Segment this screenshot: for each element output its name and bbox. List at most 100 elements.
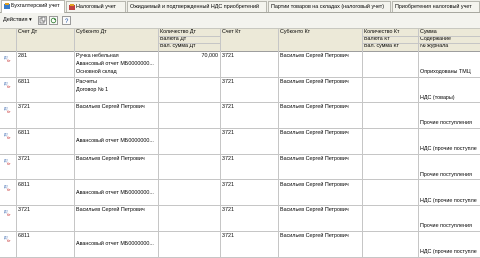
entry-dt-kt-icon: Дт Кт — [4, 209, 12, 218]
cell-schet-dt: 3721 — [18, 207, 30, 214]
accounting-icon — [4, 2, 10, 9]
cell-kol-dt — [158, 103, 220, 111]
header-kol-kt[interactable]: Количество Кт — [362, 29, 418, 36]
tab-bar: Бухгалтерский учет Налоговый учет Ожидае… — [0, 0, 480, 13]
cell-kol-dt — [158, 129, 220, 137]
tab-accounting[interactable]: Бухгалтерский учет — [1, 0, 65, 13]
tab-tax[interactable]: Налоговый учет — [66, 1, 126, 12]
cell-summa — [418, 103, 480, 111]
cell-subkonto-kt-2 — [278, 163, 362, 171]
cell-schet-kt: 3721 — [222, 181, 234, 188]
cell-subkonto-kt-1: Васильев Сергей Петрович — [280, 207, 349, 214]
cell-subkonto-dt-3: Основной склад — [76, 69, 117, 75]
table-row[interactable]: Дт Кт 3721 Васильев Сергей Петрович 3721 Васи… — [0, 206, 480, 232]
header-soderzhanie[interactable]: Содержание — [418, 36, 480, 43]
cell-subkonto-kt-1: Васильев Сергей Петрович — [280, 78, 349, 85]
cell-schet-kt: 3721 — [222, 53, 234, 59]
header-val-summa-dt[interactable]: Вал. сумма Дт — [158, 43, 220, 50]
entry-dt-kt-icon: Дт Кт — [4, 184, 12, 192]
cell-subkonto-kt-1: Васильев Сергей Петрович — [280, 104, 349, 111]
cell-subkonto-dt-1 — [74, 129, 158, 137]
header-schet-dt[interactable]: Счет Дт — [16, 29, 74, 36]
cell-subkonto-kt-1: Васильев Сергей Петрович — [280, 181, 349, 188]
cell-summa — [418, 232, 480, 240]
table-row[interactable]: Дт Кт 6811 Авансовый отчет МБ0000000... 3721… — [0, 129, 480, 155]
cell-subkonto-dt-2 — [74, 163, 158, 171]
cell-soderzhanie: Прочие поступления — [420, 120, 472, 127]
table-row[interactable]: Дт Кт 3721 Васильев Сергей Петрович 3721 Васи… — [0, 103, 480, 130]
entry-dt-kt-icon: Дт Кт — [4, 132, 12, 141]
cell-summa — [418, 155, 480, 163]
cell-kol-dt — [158, 155, 220, 163]
tab-batches[interactable]: Партии товаров на складах (налоговый уче… — [268, 1, 391, 12]
svg-text:Кт: Кт — [7, 59, 11, 62]
cell-subkonto-dt-2: Авансовый отчет МБ0000000... — [76, 189, 154, 196]
help-icon[interactable]: ? — [62, 16, 71, 25]
cell-subkonto-kt-2 — [278, 240, 362, 248]
entry-dt-kt-icon: Дт Кт — [4, 158, 12, 166]
entry-dt-kt-icon: Дт Кт — [4, 81, 12, 89]
svg-text:Кт: Кт — [7, 162, 11, 165]
cell-subkonto-kt-3 — [278, 197, 362, 205]
actions-menu[interactable]: Действия ▾ — [3, 16, 32, 25]
cell-subkonto-kt-2 — [278, 111, 362, 119]
header-schet-kt[interactable]: Счет Кт — [220, 29, 278, 36]
cell-subkonto-dt-1: Васильев Сергей Петрович — [76, 207, 145, 214]
table-row[interactable]: Дт Кт 281 Ручка небельная Авансовый отчет МБ… — [0, 52, 480, 78]
svg-text:Кт: Кт — [7, 136, 11, 139]
header-subkonto-dt[interactable]: Субконто Дт — [74, 29, 158, 36]
header-valyuta-dt[interactable]: Валюта Дт — [158, 36, 220, 43]
cell-subkonto-dt-3 — [74, 94, 158, 102]
cell-schet-dt: 3721 — [18, 155, 30, 162]
cell-schet-kt: 3721 — [222, 232, 234, 239]
cell-subkonto-dt-1: Васильев Сергей Петрович — [76, 104, 145, 111]
cell-subkonto-dt-3 — [74, 171, 158, 179]
header-subkonto-kt[interactable]: Субконто Кт — [278, 29, 362, 36]
cell-kol-dt — [158, 232, 220, 240]
cell-subkonto-kt-3 — [278, 119, 362, 127]
cell-subkonto-kt-2 — [278, 137, 362, 145]
cell-subkonto-dt-3 — [74, 197, 158, 205]
cell-schet-dt: 6811 — [18, 181, 30, 188]
cell-schet-dt: 281 — [18, 53, 27, 59]
header-divider — [362, 43, 480, 44]
cell-summa — [418, 181, 480, 189]
cell-subkonto-dt-3 — [74, 145, 158, 153]
cell-subkonto-dt-1: Васильев Сергей Петрович — [76, 155, 145, 162]
cell-subkonto-dt-1 — [74, 181, 158, 189]
table-row[interactable]: Дт Кт 6811 Авансовый отчет МБ0000000... 3721… — [0, 232, 480, 258]
header-summa[interactable]: Сумма — [418, 29, 480, 36]
header-nomer-zhurnala[interactable]: № журнала — [418, 43, 480, 50]
cell-summa — [418, 129, 480, 137]
cell-subkonto-dt-1: Расчеты — [76, 78, 98, 85]
header-divider — [362, 36, 480, 37]
cell-subkonto-dt-2: Договор № 1 — [76, 86, 109, 93]
cell-kol-dt — [158, 206, 220, 214]
cell-subkonto-kt-3 — [278, 68, 362, 76]
cell-summa — [418, 206, 480, 214]
cell-subkonto-kt-3 — [278, 145, 362, 153]
cell-soderzhanie: Оприходованы ТМЦ — [420, 69, 471, 75]
svg-text:Кт: Кт — [7, 239, 11, 242]
cell-subkonto-dt-2: Авансовый отчет МБ0000000... — [76, 240, 154, 247]
tab-vat[interactable]: Ожидаемый и подтвержденный НДС приобрете… — [127, 1, 267, 12]
table-row[interactable]: Дт Кт 3721 Васильев Сергей Петрович 3721 Васи… — [0, 155, 480, 181]
tab-acquisitions[interactable]: Приобретения налоговый учет — [392, 1, 480, 12]
table-row[interactable]: Дт Кт 6811 Расчеты Договор № 1 3721 Васильев С… — [0, 78, 480, 104]
header-valyuta-kt[interactable]: Валюта Кт — [362, 36, 418, 43]
header-kol-dt[interactable]: Количество Дт — [158, 29, 220, 36]
copy-icon[interactable] — [38, 16, 47, 25]
cell-schet-dt: 6811 — [18, 78, 30, 85]
cell-schet-kt: 3721 — [222, 207, 234, 214]
refresh-icon[interactable] — [49, 16, 58, 25]
cell-subkonto-dt-1: Ручка небельная — [76, 53, 119, 59]
tax-icon — [69, 3, 75, 10]
cell-soderzhanie: НДС (прочие поступле — [420, 197, 477, 204]
cell-schet-kt: 3721 — [222, 104, 234, 111]
cell-subkonto-dt-1 — [74, 232, 158, 240]
header-divider — [158, 36, 220, 37]
cell-subkonto-kt-2 — [278, 60, 362, 68]
table-row[interactable]: Дт Кт 6811 Авансовый отчет МБ0000000... 3721… — [0, 181, 480, 207]
header-val-summa-kt[interactable]: Вал. сумма Кт — [362, 43, 418, 50]
cell-subkonto-dt-3 — [74, 248, 158, 256]
